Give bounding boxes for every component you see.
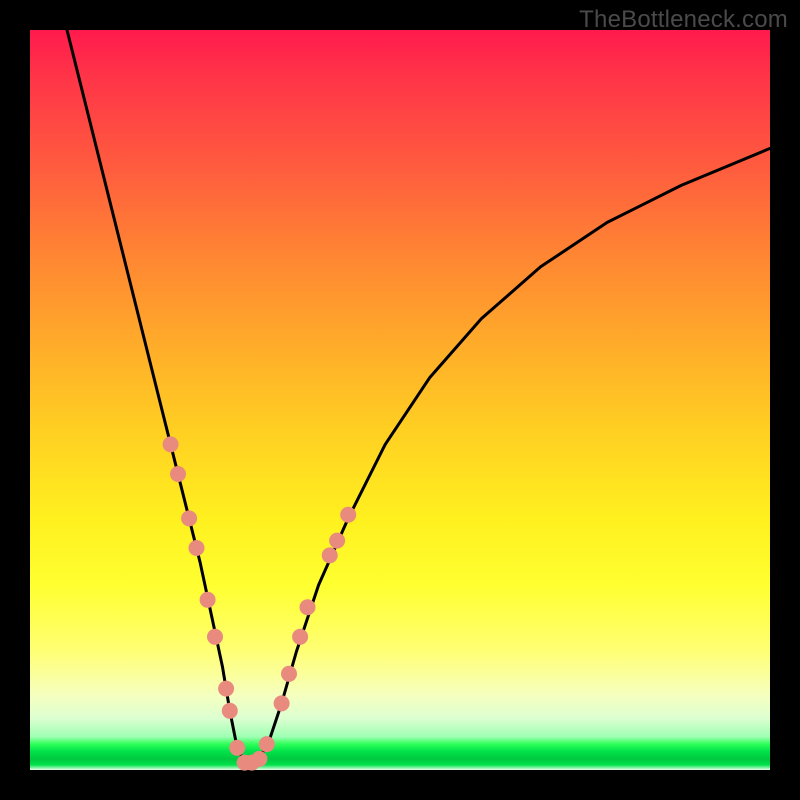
curve-path (67, 30, 770, 763)
marker-dot (218, 681, 234, 697)
chart-svg (30, 30, 770, 770)
marker-dot (207, 629, 223, 645)
marker-dot (170, 466, 186, 482)
marker-dot (322, 547, 338, 563)
marker-dot (251, 751, 267, 767)
bottleneck-curve (67, 30, 770, 763)
highlight-markers (163, 436, 357, 770)
chart-frame: TheBottleneck.com (0, 0, 800, 800)
marker-dot (329, 533, 345, 549)
marker-dot (229, 740, 245, 756)
plot-area (30, 30, 770, 770)
marker-dot (292, 629, 308, 645)
marker-dot (222, 703, 238, 719)
marker-dot (300, 599, 316, 615)
marker-dot (281, 666, 297, 682)
marker-dot (259, 736, 275, 752)
marker-dot (274, 695, 290, 711)
watermark-text: TheBottleneck.com (579, 6, 788, 34)
marker-dot (189, 540, 205, 556)
marker-dot (181, 510, 197, 526)
marker-dot (200, 592, 216, 608)
marker-dot (163, 436, 179, 452)
marker-dot (340, 507, 356, 523)
